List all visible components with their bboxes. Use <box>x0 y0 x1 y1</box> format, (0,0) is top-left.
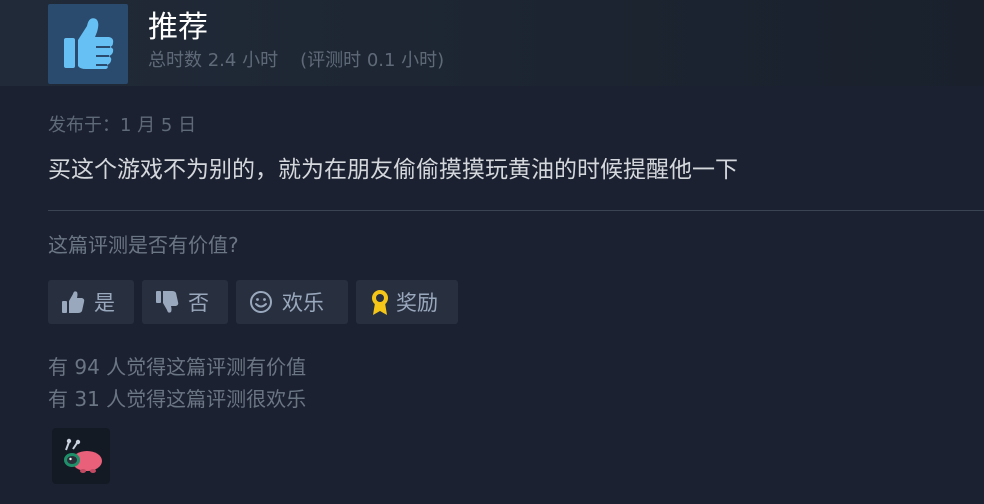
hours-total: 总时数 2.4 小时 <box>148 50 279 71</box>
feedback-buttons: 是 否 欢乐 奖励 <box>48 280 458 324</box>
award-label: 奖励 <box>396 291 438 315</box>
thumbs-up-icon <box>56 10 120 78</box>
award-ribbon-icon <box>368 288 392 316</box>
vote-yes-label: 是 <box>94 291 115 315</box>
helpful-count: 有 94 人觉得这篇评测有价值 <box>48 355 307 379</box>
helpful-question: 这篇评测是否有价值? <box>48 233 239 257</box>
divider <box>48 210 984 211</box>
funny-count: 有 31 人觉得这篇评测很欢乐 <box>48 387 307 411</box>
thumbs-down-icon <box>154 289 180 315</box>
review-verdict: 推荐 <box>148 10 208 45</box>
hours-at-review: (评测时 0.1 小时) <box>300 50 445 71</box>
smiley-icon <box>248 289 274 315</box>
vote-no-label: 否 <box>188 291 209 315</box>
review-text: 买这个游戏不为别的，就为在朋友偷偷摸摸玩黄油的时候提醒他一下 <box>48 157 738 183</box>
vote-yes-button[interactable]: 是 <box>48 280 134 324</box>
vote-funny-button[interactable]: 欢乐 <box>236 280 348 324</box>
thumbs-up-icon <box>60 289 86 315</box>
award-button[interactable]: 奖励 <box>356 280 458 324</box>
recommended-badge <box>48 4 128 84</box>
vote-funny-label: 欢乐 <box>282 291 324 315</box>
posted-date: 发布于：1 月 5 日 <box>48 115 197 136</box>
award-badge-icon[interactable] <box>52 428 110 484</box>
vote-no-button[interactable]: 否 <box>142 280 228 324</box>
playtime-info: 总时数 2.4 小时 (评测时 0.1 小时) <box>148 49 444 73</box>
